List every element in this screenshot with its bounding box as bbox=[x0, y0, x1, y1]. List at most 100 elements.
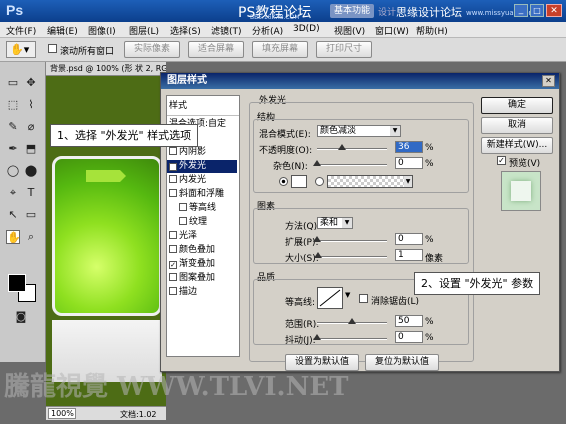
brush-icon[interactable]: ✎ bbox=[6, 120, 20, 134]
scroll-all-checkbox[interactable] bbox=[48, 44, 57, 53]
menu-item-10[interactable]: 帮助(H) bbox=[416, 24, 448, 37]
style-item-5[interactable]: 等高线 bbox=[179, 202, 216, 215]
stamp-icon[interactable]: ⌀ bbox=[24, 120, 38, 134]
style-item-10[interactable]: 图案叠加 bbox=[169, 272, 215, 285]
chevron-down-icon[interactable]: ▼ bbox=[404, 176, 412, 187]
gradient-radio[interactable] bbox=[315, 177, 324, 186]
menu-item-9[interactable]: 窗口(W) bbox=[375, 24, 409, 37]
cancel-button[interactable]: 取消 bbox=[481, 117, 553, 134]
menu-item-2[interactable]: 图像(I) bbox=[88, 24, 116, 37]
maximize-button[interactable]: □ bbox=[530, 4, 544, 17]
menu-item-8[interactable]: 视图(V) bbox=[334, 24, 365, 37]
menu-item-1[interactable]: 编辑(E) bbox=[47, 24, 78, 37]
chevron-down-icon[interactable]: ▼ bbox=[345, 291, 350, 299]
style-item-6[interactable]: 纹理 bbox=[179, 216, 207, 229]
range-slider-thumb[interactable] bbox=[348, 318, 356, 324]
noise-field[interactable]: 0 bbox=[395, 157, 423, 169]
zoom-field[interactable]: 100% bbox=[48, 408, 76, 419]
fill-screen-button[interactable]: 填充屏幕 bbox=[252, 41, 308, 58]
menu-item-4[interactable]: 选择(S) bbox=[170, 24, 201, 37]
lasso-icon[interactable]: ⬚ bbox=[6, 98, 20, 112]
jitter-slider-thumb[interactable] bbox=[313, 334, 321, 340]
eraser-icon[interactable]: ⬒ bbox=[24, 142, 38, 156]
jitter-field[interactable]: 0 bbox=[395, 331, 423, 343]
styles-header[interactable]: 样式 bbox=[169, 100, 187, 113]
new-style-button[interactable]: 新建样式(W)... bbox=[481, 137, 553, 154]
noise-slider[interactable] bbox=[313, 160, 387, 166]
style-item-8[interactable]: 颜色叠加 bbox=[169, 244, 215, 257]
blur-icon[interactable]: ⬤ bbox=[24, 164, 38, 178]
minimize-button[interactable]: _ bbox=[514, 4, 528, 17]
jitter-slider[interactable] bbox=[313, 334, 387, 340]
antialias-checkbox[interactable] bbox=[359, 294, 368, 303]
menu-item-0[interactable]: 文件(F) bbox=[6, 24, 36, 37]
size-slider[interactable] bbox=[313, 252, 387, 258]
opacity-slider[interactable] bbox=[317, 144, 387, 150]
style-item-checkbox[interactable]: ✓ bbox=[169, 261, 177, 269]
opacity-field[interactable]: 36 bbox=[395, 141, 423, 153]
path-select-icon[interactable]: ↖ bbox=[6, 208, 20, 222]
style-item-checkbox[interactable] bbox=[169, 231, 177, 239]
color-radio[interactable] bbox=[279, 177, 288, 186]
range-slider[interactable] bbox=[317, 318, 387, 324]
dodge-icon[interactable]: ◯ bbox=[6, 164, 20, 178]
style-item-checkbox[interactable] bbox=[169, 287, 177, 295]
design-label: 设计 bbox=[378, 8, 397, 18]
style-item-checkbox[interactable] bbox=[169, 189, 177, 197]
menu-item-6[interactable]: 分析(A) bbox=[252, 24, 283, 37]
opacity-slider-thumb[interactable] bbox=[338, 144, 347, 150]
noise-slider-thumb[interactable] bbox=[313, 160, 321, 166]
style-item-checkbox[interactable] bbox=[169, 273, 177, 281]
quick-mask-icon[interactable]: ◙ bbox=[14, 310, 28, 324]
spread-field[interactable]: 0 bbox=[395, 233, 423, 245]
close-button[interactable]: ✕ bbox=[546, 4, 562, 17]
size-field[interactable]: 1 bbox=[395, 249, 423, 261]
menu-item-5[interactable]: 滤镜(T) bbox=[211, 24, 242, 37]
blend-mode-select[interactable]: 颜色减淡 ▼ bbox=[317, 125, 401, 137]
spread-slider[interactable] bbox=[313, 236, 387, 242]
glow-gradient-picker[interactable] bbox=[327, 175, 413, 188]
print-size-button[interactable]: 打印尺寸 bbox=[316, 41, 372, 58]
dialog-close-icon[interactable]: ✕ bbox=[542, 75, 555, 87]
hand-tool-preset[interactable]: ✋▾ bbox=[6, 41, 36, 58]
menu-item-3[interactable]: 图层(L) bbox=[129, 24, 159, 37]
spread-slider-thumb[interactable] bbox=[313, 236, 321, 242]
style-item-7[interactable]: 光泽 bbox=[169, 230, 197, 243]
style-item-checkbox[interactable]: ✓ bbox=[169, 163, 177, 171]
foreground-color-swatch[interactable] bbox=[8, 274, 26, 292]
fit-screen-button[interactable]: 适合屏幕 bbox=[188, 41, 244, 58]
document-tab[interactable]: 背景.psd @ 100% (形 状 2, RGB/8#) bbox=[46, 62, 166, 76]
hand-icon[interactable]: ✋ bbox=[6, 230, 21, 244]
reset-default-button[interactable]: 复位为默认值 bbox=[365, 354, 439, 371]
workspace-badge[interactable]: 基本功能 bbox=[330, 4, 375, 18]
range-field[interactable]: 50 bbox=[395, 315, 423, 327]
style-item-checkbox[interactable] bbox=[179, 217, 187, 225]
style-item-checkbox[interactable] bbox=[169, 147, 177, 155]
type-icon[interactable]: T bbox=[24, 186, 38, 200]
style-item-4[interactable]: 斜面和浮雕 bbox=[169, 188, 224, 201]
blend-mode-label: 混合模式(E): bbox=[259, 130, 311, 140]
style-item-checkbox[interactable] bbox=[169, 175, 177, 183]
ok-button[interactable]: 确定 bbox=[481, 97, 553, 114]
contour-picker[interactable] bbox=[317, 287, 343, 309]
style-item-checkbox[interactable] bbox=[179, 203, 187, 211]
style-item-9[interactable]: ✓ 渐变叠加 bbox=[169, 258, 215, 271]
shape-icon[interactable]: ▭ bbox=[24, 208, 38, 222]
marquee-icon[interactable]: ▭ bbox=[6, 76, 20, 90]
method-select[interactable]: 柔和 ▼ bbox=[317, 217, 353, 229]
actual-pixels-button[interactable]: 实际像素 bbox=[124, 41, 180, 58]
style-item-3[interactable]: 内发光 bbox=[169, 174, 206, 187]
style-item-checkbox[interactable] bbox=[169, 245, 177, 253]
move-icon[interactable]: ✥ bbox=[24, 76, 38, 90]
style-item-2[interactable]: ✓ 外发光 bbox=[167, 160, 237, 173]
preview-checkbox[interactable]: ✓ bbox=[497, 156, 506, 165]
crop-icon[interactable]: ⌇ bbox=[24, 98, 38, 112]
eyedropper-icon[interactable]: ⌖ bbox=[6, 186, 20, 200]
glow-color-swatch[interactable] bbox=[291, 175, 307, 188]
zoom-icon[interactable]: ⌕ bbox=[24, 230, 38, 244]
menu-item-7[interactable]: 3D(D) bbox=[293, 24, 320, 34]
size-slider-thumb[interactable] bbox=[313, 252, 322, 258]
style-item-1[interactable]: 内阴影 bbox=[169, 146, 206, 159]
pen-icon[interactable]: ✒ bbox=[6, 142, 20, 156]
style-item-11[interactable]: 描边 bbox=[169, 286, 197, 299]
